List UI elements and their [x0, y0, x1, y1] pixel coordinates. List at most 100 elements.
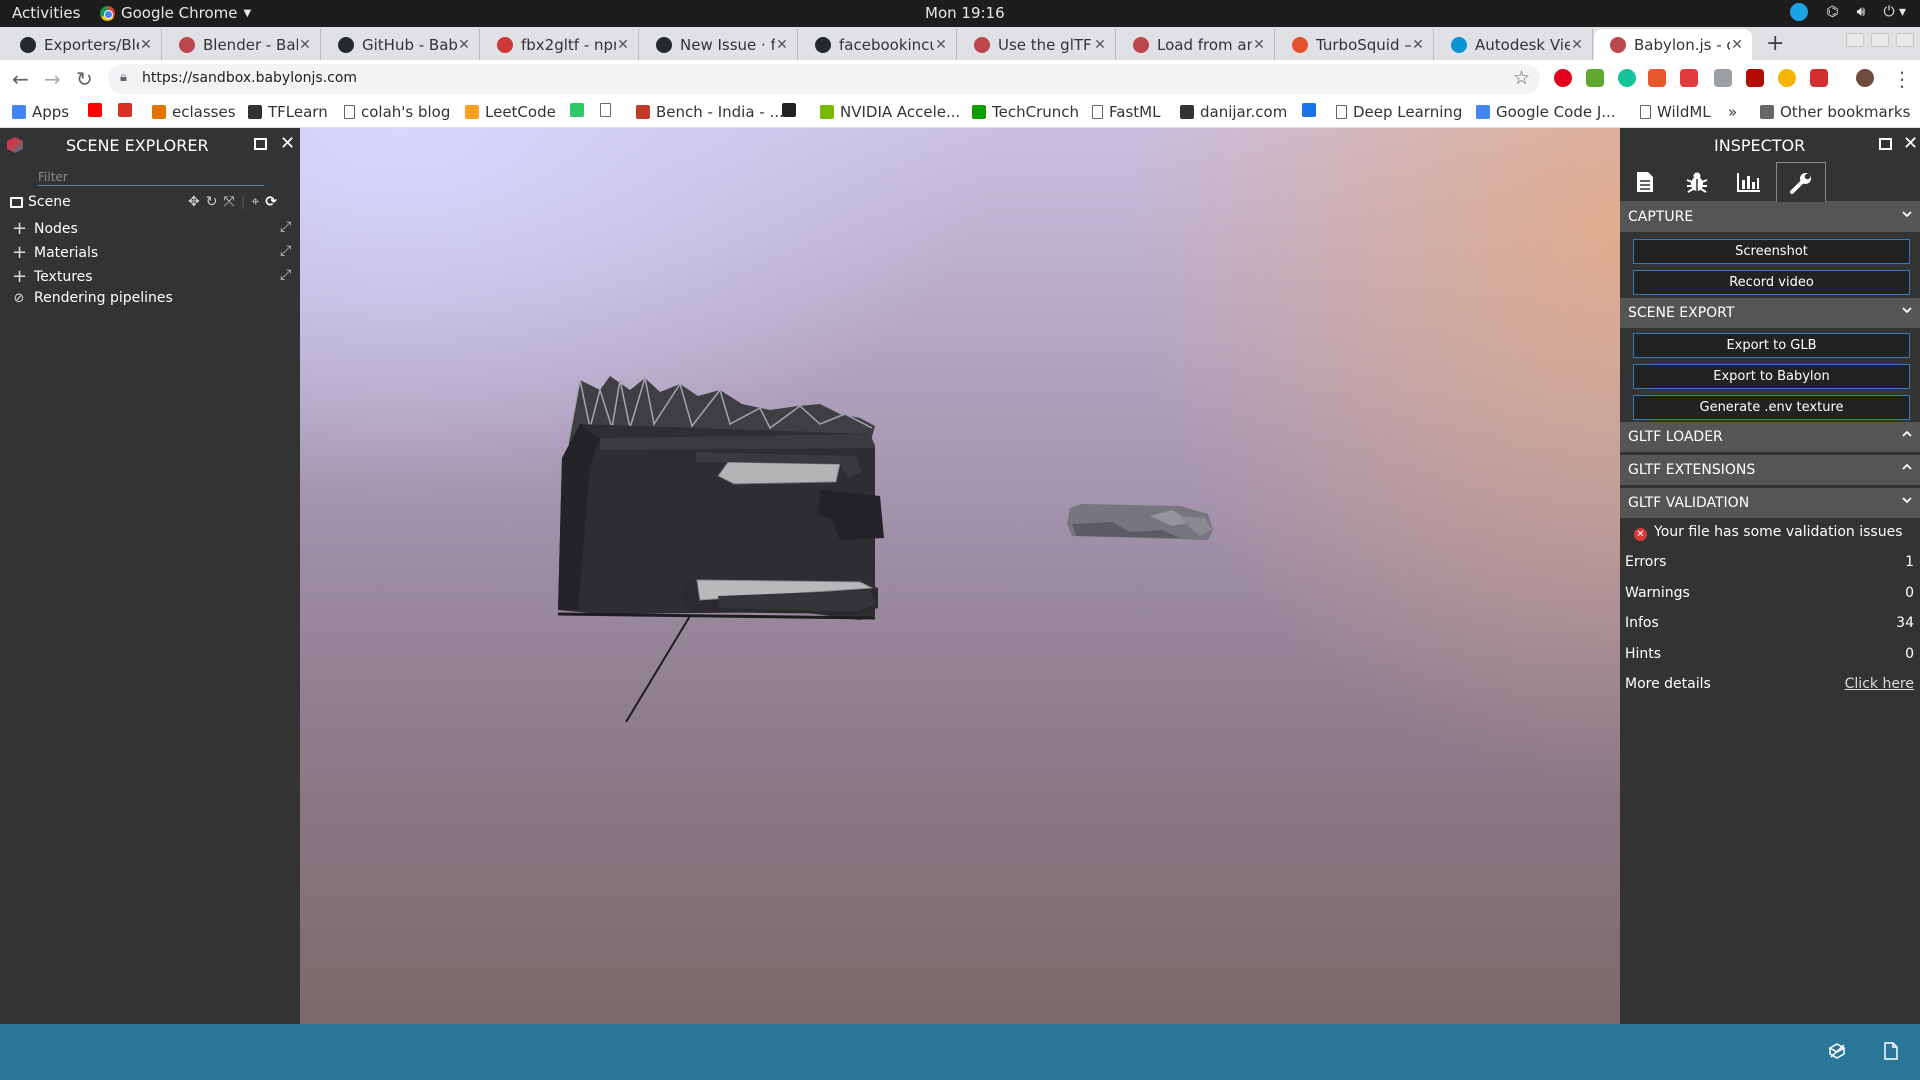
- acrobat-extension-icon[interactable]: [1746, 69, 1764, 87]
- app-menu[interactable]: Google Chrome ▼: [100, 4, 251, 22]
- filter-input[interactable]: [38, 168, 264, 186]
- bookmark-item[interactable]: Apps: [12, 103, 69, 121]
- popout-icon[interactable]: [254, 138, 267, 150]
- bookmark-item[interactable]: Other bookmarks: [1760, 103, 1910, 121]
- tab-close-icon[interactable]: ✕: [1252, 37, 1266, 53]
- bookmark-item[interactable]: NVIDIA Accele...: [820, 103, 960, 121]
- gltf-validation-section-header[interactable]: GLTF VALIDATION: [1620, 488, 1920, 518]
- bookmark-item[interactable]: LeetCode: [465, 103, 556, 121]
- close-window-button[interactable]: [1896, 33, 1914, 47]
- bookmark-item[interactable]: »: [1728, 103, 1737, 121]
- browser-tab[interactable]: Blender - Baby✕: [163, 29, 321, 60]
- tab-close-icon[interactable]: ✕: [1570, 37, 1584, 53]
- bookmark-item[interactable]: [570, 103, 584, 117]
- profile-avatar[interactable]: [1856, 69, 1874, 87]
- expand-all-icon[interactable]: ⤢: [280, 243, 291, 259]
- generate-env-texture-button[interactable]: Generate .env texture: [1633, 395, 1910, 420]
- bookmark-item[interactable]: Google Code J...: [1476, 103, 1616, 121]
- red-extension-icon[interactable]: [1810, 69, 1828, 87]
- tools-tab[interactable]: [1776, 162, 1826, 202]
- more-details-link[interactable]: Click here: [1845, 676, 1914, 692]
- bookmark-star-icon[interactable]: ☆: [1513, 67, 1530, 89]
- rotate-gizmo-icon[interactable]: ↻: [206, 194, 218, 210]
- browser-tab[interactable]: facebookincu ✕: [799, 29, 957, 60]
- translate-gizmo-icon[interactable]: ✥: [188, 194, 200, 210]
- tab-close-icon[interactable]: ✕: [1730, 37, 1744, 53]
- tab-close-icon[interactable]: ✕: [1093, 37, 1107, 53]
- tab-close-icon[interactable]: ✕: [775, 37, 789, 53]
- bookmark-item[interactable]: WildML: [1640, 103, 1711, 121]
- skype-icon[interactable]: [1790, 3, 1809, 21]
- plus-icon[interactable]: +: [12, 218, 27, 239]
- export-glb-button[interactable]: Export to GLB: [1633, 333, 1910, 358]
- tab-close-icon[interactable]: ✕: [934, 37, 948, 53]
- browser-tab[interactable]: Babylon.js - o ✕: [1594, 29, 1752, 60]
- close-icon[interactable]: ✕: [1903, 133, 1918, 154]
- tab-close-icon[interactable]: ✕: [616, 37, 630, 53]
- lock-icon[interactable]: 🔒︎: [120, 70, 127, 85]
- close-icon[interactable]: ✕: [280, 133, 295, 154]
- tree-item[interactable]: ⊘ Rendering pipelines: [12, 290, 173, 306]
- bookmark-item[interactable]: Deep Learning: [1336, 103, 1462, 121]
- render-canvas[interactable]: [300, 128, 1620, 1024]
- forward-icon[interactable]: →: [44, 67, 61, 91]
- gltf-extensions-section-header[interactable]: GLTF EXTENSIONS: [1620, 455, 1920, 485]
- refresh-icon[interactable]: ⟳: [265, 194, 277, 210]
- debug-tab[interactable]: [1672, 162, 1722, 202]
- grammarly-extension-icon[interactable]: [1618, 69, 1636, 87]
- bookmark-item[interactable]: [1302, 103, 1316, 117]
- tab-close-icon[interactable]: ✕: [1411, 37, 1425, 53]
- bookmark-item[interactable]: [782, 103, 796, 117]
- mask-extension-icon[interactable]: [1680, 69, 1698, 87]
- disabled-icon[interactable]: ⊘: [12, 291, 26, 306]
- statistics-tab[interactable]: [1724, 162, 1774, 202]
- bookmark-item[interactable]: [88, 103, 102, 117]
- volume-icon[interactable]: 🔊︎: [1857, 4, 1866, 20]
- capture-section-header[interactable]: CAPTURE: [1620, 202, 1920, 232]
- bookmark-item[interactable]: [118, 103, 132, 117]
- expand-all-icon[interactable]: ⤢: [280, 267, 291, 283]
- scale-gizmo-icon[interactable]: ⤧: [223, 194, 234, 210]
- bookmark-item[interactable]: TFLearn: [248, 103, 328, 121]
- puzzle-extension-icon[interactable]: [1714, 69, 1732, 87]
- scene-export-section-header[interactable]: SCENE EXPORT: [1620, 298, 1920, 328]
- inspector-toggle-icon[interactable]: [1828, 1042, 1846, 1060]
- download-extension-icon[interactable]: [1586, 69, 1604, 87]
- bookmark-item[interactable]: TechCrunch: [972, 103, 1079, 121]
- bookmark-item[interactable]: FastML: [1092, 103, 1160, 121]
- pick-icon[interactable]: ⌖: [251, 194, 259, 210]
- menu-kebab-icon[interactable]: ⋮: [1892, 67, 1912, 91]
- tab-close-icon[interactable]: ✕: [139, 37, 153, 53]
- tree-item[interactable]: + Textures: [12, 266, 93, 287]
- plus-icon[interactable]: +: [12, 266, 27, 287]
- url-text[interactable]: https://sandbox.babylonjs.com: [142, 70, 357, 86]
- browser-tab[interactable]: fbx2gltf - npm✕: [481, 29, 639, 60]
- color-extension-icon[interactable]: [1778, 69, 1796, 87]
- bookmark-item[interactable]: [600, 103, 611, 117]
- tree-item[interactable]: + Nodes: [12, 218, 78, 239]
- back-icon[interactable]: ←: [12, 67, 29, 91]
- browser-tab[interactable]: New Issue · fa ✕: [640, 29, 798, 60]
- gltf-loader-section-header[interactable]: GLTF LOADER: [1620, 422, 1920, 452]
- browser-tab[interactable]: Use the glTF F✕: [958, 29, 1116, 60]
- address-bar[interactable]: 🔒︎ https://sandbox.babylonjs.com ☆: [108, 64, 1540, 94]
- maximize-button[interactable]: [1871, 33, 1889, 47]
- browser-tab[interactable]: Exporters/Ble ✕: [4, 29, 162, 60]
- bookmark-item[interactable]: Bench - India - ...: [636, 103, 784, 121]
- bookmark-item[interactable]: colah's blog: [344, 103, 450, 121]
- expand-all-icon[interactable]: ⤢: [280, 219, 291, 235]
- bookmark-item[interactable]: danijar.com: [1180, 103, 1287, 121]
- record-video-button[interactable]: Record video: [1633, 270, 1910, 295]
- power-icon[interactable]: ⏻ ▾: [1883, 4, 1906, 20]
- browser-tab[interactable]: GitHub - Baby ✕: [322, 29, 480, 60]
- popout-icon[interactable]: [1879, 138, 1892, 150]
- browser-tab[interactable]: TurboSquid – ✕: [1276, 29, 1434, 60]
- opera-extension-icon[interactable]: [1554, 69, 1572, 87]
- export-babylon-button[interactable]: Export to Babylon: [1633, 364, 1910, 389]
- bookmark-item[interactable]: eclasses: [152, 103, 236, 121]
- activities-button[interactable]: Activities: [12, 4, 80, 22]
- tab-close-icon[interactable]: ✕: [298, 37, 312, 53]
- reload-icon[interactable]: ↻: [76, 67, 93, 91]
- network-icon[interactable]: ⌬: [1826, 4, 1838, 20]
- tab-close-icon[interactable]: ✕: [457, 37, 471, 53]
